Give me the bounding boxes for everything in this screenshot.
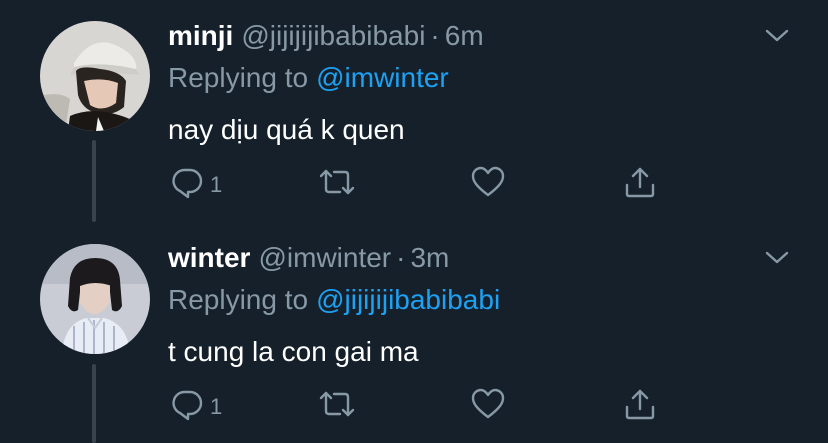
like-icon	[471, 388, 505, 419]
avatar-photo	[40, 21, 150, 131]
tweet[interactable]: minji @jijijijibabibabi · 6m Replying to @im…	[0, 0, 828, 222]
reply-thread: minji @jijijijibabibabi · 6m Replying to @im…	[0, 0, 828, 443]
like-icon	[471, 166, 505, 197]
reply-count: 1	[210, 172, 223, 197]
timestamp[interactable]: 3m	[410, 242, 449, 273]
replying-to-label: Replying to	[168, 284, 309, 315]
share-icon	[625, 389, 655, 420]
tweet-actions: 1	[168, 162, 668, 202]
like-button[interactable]	[470, 162, 506, 202]
reply-button[interactable]: 1	[170, 162, 222, 202]
thread-connector-line	[92, 364, 96, 443]
like-button[interactable]	[470, 384, 506, 424]
reply-button[interactable]: 1	[170, 384, 222, 424]
tweet-text: nay dịu quá k quen	[168, 114, 405, 145]
display-name[interactable]: minji	[168, 20, 233, 51]
user-handle[interactable]: @jijijijibabibabi	[241, 20, 425, 51]
tweet-header: minji @jijijijibabibabi · 6m	[168, 16, 484, 56]
share-icon	[625, 167, 655, 198]
separator-dot: ·	[430, 20, 440, 51]
separator-dot: ·	[396, 242, 406, 273]
replying-to: Replying to @imwinter	[168, 58, 449, 98]
retweet-button[interactable]	[318, 162, 356, 202]
tweet-header: winter @imwinter · 3m	[168, 238, 449, 278]
tweet[interactable]: winter @imwinter · 3m Replying to @jijijijib…	[0, 222, 828, 443]
retweet-icon	[319, 391, 355, 417]
tweet-actions: 1	[168, 384, 668, 424]
replying-to-handle-link[interactable]: @jijijijibabibabi	[316, 284, 500, 315]
avatar[interactable]	[40, 21, 150, 131]
replying-to: Replying to @jijijijibabibabi	[168, 280, 500, 320]
share-button[interactable]	[623, 162, 657, 202]
share-button[interactable]	[623, 384, 657, 424]
tweet-text: t cung la con gai ma	[168, 336, 419, 367]
retweet-icon	[319, 169, 355, 195]
user-handle[interactable]: @imwinter	[258, 242, 391, 273]
chevron-down-icon[interactable]	[764, 26, 790, 46]
reply-icon	[172, 168, 203, 199]
retweet-button[interactable]	[318, 384, 356, 424]
timestamp[interactable]: 6m	[445, 20, 484, 51]
chevron-down-icon[interactable]	[764, 248, 790, 268]
thread-connector-line	[92, 140, 96, 222]
replying-to-handle-link[interactable]: @imwinter	[316, 62, 449, 93]
avatar-photo	[40, 244, 150, 354]
reply-icon	[172, 390, 203, 421]
reply-count: 1	[210, 394, 223, 419]
avatar[interactable]	[40, 244, 150, 354]
display-name[interactable]: winter	[168, 242, 250, 273]
replying-to-label: Replying to	[168, 62, 309, 93]
